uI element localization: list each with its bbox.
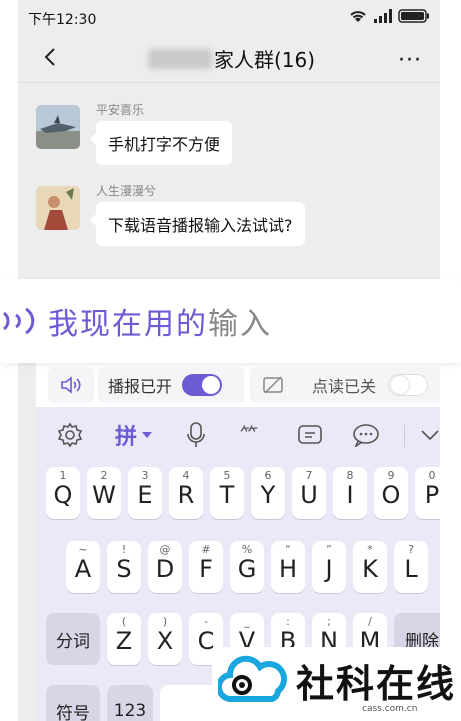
status-bar: 下午12:30 (18, 0, 440, 34)
chat-header: 家人群(16) ··· (18, 34, 440, 83)
voice-input-banner: 我现在用的输入 (0, 279, 461, 363)
caret-down-icon (142, 432, 152, 438)
key[interactable]: * K (353, 541, 387, 593)
number-key[interactable]: 123 (107, 685, 153, 721)
punctuation-key[interactable] (160, 685, 220, 721)
voice-pending-text: 输入 (208, 307, 272, 342)
key[interactable]: 5T (210, 467, 244, 519)
broadcast-sound-button[interactable] (48, 367, 94, 403)
key[interactable]: # F (189, 541, 223, 593)
more-icon[interactable]: ··· (398, 48, 422, 73)
symbol-key[interactable]: 符号 (46, 685, 100, 721)
key[interactable]: 0P (415, 467, 440, 519)
wifi-icon (350, 11, 366, 22)
key[interactable]: ? L (394, 541, 428, 593)
key[interactable]: “H (271, 541, 305, 593)
key[interactable]: 2W (87, 467, 121, 519)
read-toggle[interactable] (388, 374, 429, 396)
message-bubble[interactable]: 手机打字不方便 (89, 121, 233, 165)
key[interactable]: ! S (107, 541, 141, 593)
settings-icon[interactable] (56, 421, 84, 449)
divider (404, 425, 405, 447)
keyboard-tools-row: 拼 ⺮ (36, 415, 440, 455)
sender-name: 人生漫漫兮 (96, 184, 157, 198)
key[interactable]: 8I (333, 467, 367, 519)
emoji-chat-icon[interactable] (352, 421, 380, 449)
voice-wave-icon (2, 307, 35, 335)
signal-icon (374, 9, 392, 23)
segment-key[interactable]: 分词 (46, 613, 100, 665)
collapse-keyboard-icon[interactable] (416, 421, 440, 449)
chat-title: 家人群(16) (148, 44, 315, 73)
broadcast-toggle-row[interactable]: 播报已开 (98, 367, 244, 403)
handwriting-icon[interactable]: ⺮ (238, 421, 266, 449)
voice-recognized-text: 我现在用的 (48, 307, 208, 342)
read-off-icon (263, 376, 283, 394)
clipboard-icon[interactable] (296, 421, 324, 449)
key[interactable]: (Z (107, 613, 141, 665)
read-label: 点读已关 (312, 377, 377, 396)
broadcast-toggle[interactable] (182, 374, 223, 396)
key[interactable]: ~ A (66, 541, 100, 593)
key[interactable]: 6Y (251, 467, 285, 519)
voice-transcript: 我现在用的输入 (48, 299, 272, 343)
watermark-logo (218, 655, 287, 703)
group-title: 家人群(16) (214, 48, 316, 72)
speaker-icon (61, 376, 81, 394)
key[interactable]: ” J (312, 541, 346, 593)
watermark-url: cass.com.cn (362, 704, 418, 714)
key[interactable]: % G (230, 541, 264, 593)
chat-area: 平安喜乐 手机打字不方便 人生漫漫兮 下载语音播报输入法试试? (18, 83, 440, 283)
avatar[interactable] (36, 105, 80, 149)
blurred-name (148, 48, 212, 69)
watermark-text: 社科在线 (296, 662, 457, 706)
key[interactable]: 9O (374, 467, 408, 519)
key[interactable]: ) X (148, 613, 182, 665)
avatar[interactable] (36, 186, 80, 230)
svg-text:⺮: ⺮ (240, 425, 258, 446)
input-mode-button[interactable]: 拼 (110, 421, 158, 450)
status-time: 下午12:30 (28, 12, 97, 28)
message-bubble[interactable]: 下载语音播报输入法试试? (90, 202, 305, 246)
back-icon[interactable] (40, 46, 62, 68)
status-icons (348, 8, 430, 24)
watermark: 社科在线 cass.com.cn (212, 647, 461, 721)
key[interactable]: 7U (292, 467, 326, 519)
key[interactable]: @ D (148, 541, 182, 593)
pinyin-label: 拼 (114, 425, 137, 450)
sender-name: 平安喜乐 (96, 103, 145, 117)
key[interactable]: 3E (128, 467, 162, 519)
broadcast-label: 播报已开 (108, 377, 173, 396)
key[interactable]: 1Q (46, 467, 80, 519)
battery-icon (398, 9, 429, 23)
microphone-icon[interactable] (182, 421, 210, 449)
read-toggle-row[interactable]: 点读已关 (250, 367, 440, 403)
key[interactable]: 4R (169, 467, 203, 519)
keyboard-top-toolbar: 播报已开 点读已关 (36, 363, 440, 407)
